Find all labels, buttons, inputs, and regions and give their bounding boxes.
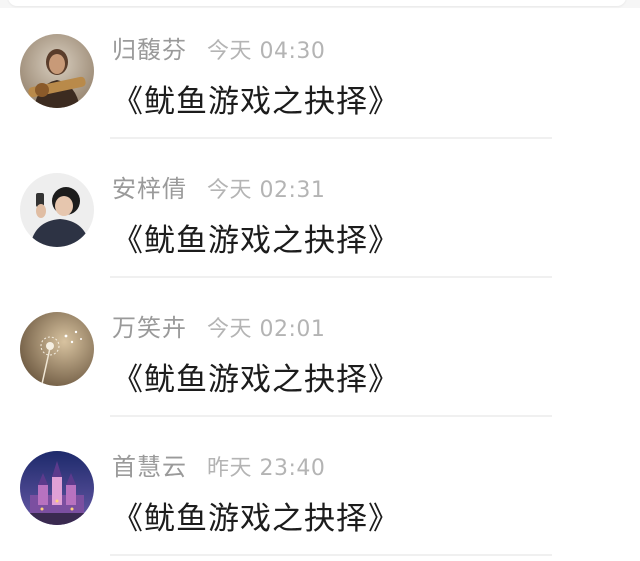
comment-text: 《鱿鱼游戏之抉择》 [112, 84, 400, 120]
comment-meta: 万笑卉 今天 02:01 [112, 308, 325, 342]
author-name[interactable]: 归馥芬 [112, 30, 187, 65]
comment-time: 今天 02:01 [207, 317, 326, 342]
comment-item[interactable]: 万笑卉 今天 02:01 《鱿鱼游戏之抉择》 [0, 278, 640, 417]
comment-text: 《鱿鱼游戏之抉择》 [112, 501, 400, 537]
avatar[interactable] [20, 34, 94, 108]
comment-time: 今天 02:31 [207, 178, 326, 203]
dandelion-avatar [20, 312, 94, 386]
comment-list: 归馥芬 今天 04:30 《鱿鱼游戏之抉择》 安梓倩 今天 02:31 《鱿鱼游… [0, 0, 640, 561]
avatar[interactable] [20, 173, 94, 247]
comment-time: 今天 04:30 [207, 39, 326, 64]
divider [110, 554, 552, 556]
castle-night-avatar [20, 451, 94, 525]
comment-meta: 归馥芬 今天 04:30 [112, 30, 325, 64]
comment-item[interactable]: 归馥芬 今天 04:30 《鱿鱼游戏之抉择》 [0, 0, 640, 139]
person-on-phone-avatar [20, 173, 94, 247]
comment-time: 昨天 23:40 [207, 456, 326, 481]
comment-text: 《鱿鱼游戏之抉择》 [112, 223, 400, 259]
comment-meta: 首慧云 昨天 23:40 [112, 447, 325, 481]
author-name[interactable]: 首慧云 [112, 447, 187, 482]
author-name[interactable]: 万笑卉 [112, 308, 187, 343]
comment-meta: 安梓倩 今天 02:31 [112, 169, 325, 203]
comment-item[interactable]: 首慧云 昨天 23:40 《鱿鱼游戏之抉择》 [0, 417, 640, 556]
comment-text: 《鱿鱼游戏之抉择》 [112, 362, 400, 398]
comment-item[interactable]: 安梓倩 今天 02:31 《鱿鱼游戏之抉择》 [0, 139, 640, 278]
avatar[interactable] [20, 312, 94, 386]
person-with-guitar-avatar [20, 34, 94, 108]
author-name[interactable]: 安梓倩 [112, 169, 187, 204]
avatar[interactable] [20, 451, 94, 525]
